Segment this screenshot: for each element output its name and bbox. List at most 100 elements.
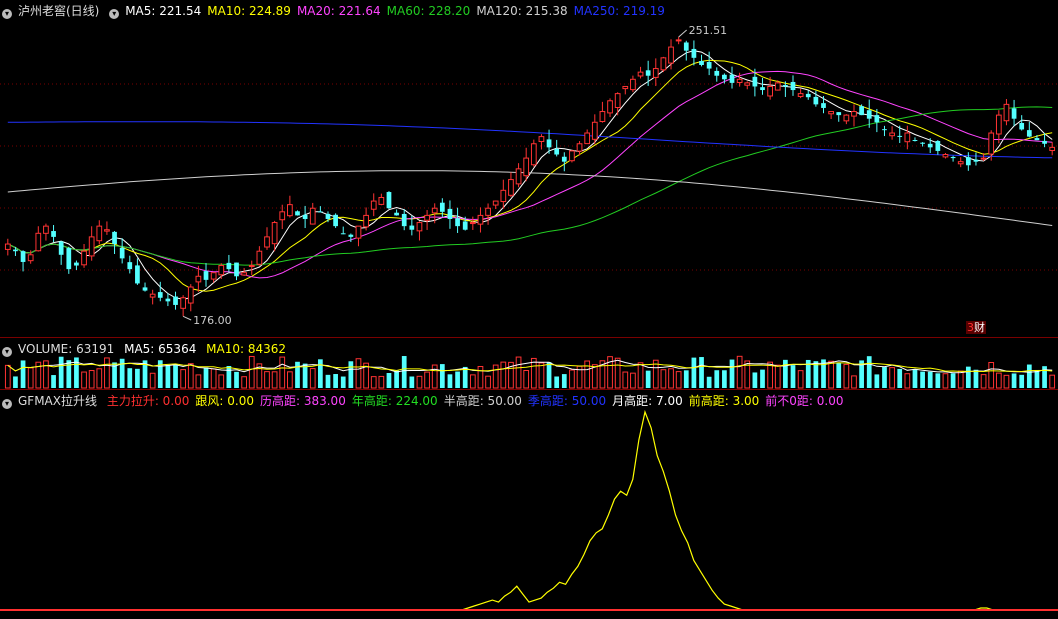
candle-body	[706, 61, 712, 69]
candle-body	[4, 243, 11, 250]
candle-body	[797, 93, 804, 97]
candle-body	[58, 241, 64, 255]
candle-body	[691, 48, 697, 58]
candle-body	[920, 142, 925, 144]
volume-bar	[378, 375, 385, 389]
candle-body	[51, 231, 56, 237]
volume-bar	[920, 371, 925, 388]
candle-body	[325, 213, 331, 219]
candle-body	[530, 143, 537, 166]
candle-body	[317, 211, 323, 213]
candle-body	[607, 100, 613, 114]
volume-bar	[523, 369, 530, 389]
candle-body	[546, 139, 552, 148]
candle-body	[165, 298, 171, 302]
candle-body	[973, 159, 979, 162]
volume-bar	[469, 374, 476, 389]
candle-body	[1026, 130, 1032, 137]
ma-line	[7, 59, 1053, 292]
volume-panel[interactable]: ▾ VOLUME: 63191 MA5: 65364 MA10: 84362	[0, 338, 1058, 390]
candle-body	[173, 296, 178, 305]
ma-legend-item: MA10: 224.89	[207, 4, 291, 18]
indicator-chart[interactable]	[0, 390, 1058, 619]
volume-bar	[96, 368, 103, 389]
collapse-icon[interactable]: ▾	[2, 347, 12, 357]
candle-body	[302, 214, 308, 219]
candle-body	[699, 61, 704, 65]
indicator-panel[interactable]: ▾ GFMAX拉升线 主力拉升: 0.00 跟风: 0.00 历高距: 383.00 年…	[0, 390, 1058, 619]
volume-bar	[27, 367, 34, 389]
price-panel[interactable]: ▾ 泸州老窖(日线) ▾ MA5: 221.54 MA10: 224.89 MA20: …	[0, 0, 1058, 338]
candle-body	[1042, 140, 1047, 144]
candle-body	[363, 214, 369, 228]
volume-bar	[187, 363, 194, 389]
volume-bar	[797, 370, 804, 389]
candle-body	[43, 225, 49, 234]
candle-body	[912, 139, 918, 141]
finance-badge[interactable]: 3财	[966, 321, 986, 334]
ma-legend-item: MA250: 219.19	[573, 4, 665, 18]
candle-body	[149, 293, 156, 298]
candle-body	[904, 132, 911, 143]
candle-body	[767, 85, 773, 97]
candle-body	[866, 110, 872, 119]
volume-bar	[790, 365, 796, 388]
candle-body	[821, 103, 826, 108]
volume-bar	[783, 359, 788, 388]
candle-body	[477, 214, 484, 225]
collapse-icon[interactable]: ▾	[2, 399, 12, 409]
volume-bar	[51, 375, 56, 388]
candle-body	[340, 233, 346, 235]
volume-bar	[645, 370, 651, 388]
candle-body	[355, 225, 362, 239]
candle-body	[333, 214, 338, 227]
candle-body	[104, 229, 110, 232]
collapse-icon[interactable]: ▾	[109, 9, 120, 19]
volume-bar	[241, 376, 247, 389]
candle-body	[843, 114, 850, 122]
candle-body	[88, 236, 95, 257]
candlestick-chart[interactable]: 251.51 176.00	[0, 0, 1058, 338]
volume-bar	[333, 374, 338, 388]
collapse-icon[interactable]: ▾	[2, 9, 12, 19]
volume-bar	[492, 364, 499, 389]
candle-body	[226, 262, 232, 270]
volume-bar	[683, 370, 689, 388]
candle-body	[523, 157, 530, 177]
candle-body	[439, 202, 445, 212]
candle-body	[790, 81, 796, 91]
candle-body	[142, 287, 148, 291]
candle-body	[851, 111, 857, 117]
volume-bar	[309, 368, 316, 389]
volume-bar	[1026, 364, 1032, 388]
ma-line	[7, 170, 1053, 226]
candle-body	[1019, 122, 1025, 130]
volume-bar	[957, 370, 964, 389]
volume-bar	[1011, 373, 1017, 388]
volume-bar	[340, 376, 346, 388]
volume-title: VOLUME: 63191	[18, 342, 115, 356]
volume-bar	[980, 374, 987, 389]
volume-bar	[897, 368, 903, 388]
candle-body	[81, 250, 87, 266]
volume-bar	[828, 360, 834, 389]
volume-bar	[774, 364, 781, 389]
candle-body	[309, 207, 316, 225]
volume-bar	[942, 373, 949, 389]
volume-bar	[424, 371, 430, 389]
volume-ma5: MA5: 65364	[124, 342, 197, 356]
volume-bar	[104, 357, 110, 389]
ma-legend-item: MA20: 221.64	[296, 4, 381, 18]
volume-bar	[988, 362, 995, 389]
volume-bar	[500, 361, 507, 389]
volume-bar	[462, 366, 468, 388]
volume-bar	[691, 357, 697, 388]
candle-body	[859, 106, 864, 116]
candle-body	[119, 247, 125, 259]
candle-body	[112, 231, 117, 245]
candle-body	[538, 136, 545, 143]
candle-body	[675, 39, 682, 42]
volume-bar	[935, 373, 941, 388]
candle-body	[569, 150, 575, 162]
volume-bar	[614, 357, 621, 389]
